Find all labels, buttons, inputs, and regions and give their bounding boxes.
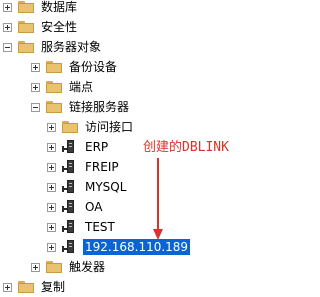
tree-node-label[interactable]: 链接服务器 (67, 99, 131, 115)
folder-icon (18, 21, 34, 33)
expand-toggle[interactable] (47, 182, 56, 192)
tree-node-linked-server-erp[interactable]: ERP (47, 137, 110, 157)
tree-node-label[interactable]: 访问接口 (83, 119, 135, 135)
collapse-toggle[interactable] (3, 42, 12, 52)
expand-toggle[interactable] (3, 282, 12, 292)
linked-server-icon (62, 240, 78, 254)
folder-icon (46, 101, 62, 113)
expand-toggle[interactable] (47, 242, 56, 252)
tree-node-label[interactable]: 服务器对象 (39, 39, 103, 55)
tree-node-label[interactable]: 触发器 (67, 259, 107, 275)
tree-node-security[interactable]: 安全性 (3, 17, 79, 37)
tree-node-label[interactable]: 端点 (67, 79, 95, 95)
expand-toggle[interactable] (3, 2, 12, 12)
linked-server-icon (62, 140, 78, 154)
tree-node-label[interactable]: TEST (83, 219, 117, 235)
folder-icon (46, 81, 62, 93)
tree-node-label[interactable]: 数据库 (39, 0, 79, 15)
tree-node-label[interactable]: 安全性 (39, 19, 79, 35)
folder-icon (62, 121, 78, 133)
tree-node-linked-server-ip[interactable]: 192.168.110.189 (47, 237, 192, 257)
tree-node-label[interactable]: ERP (83, 139, 110, 155)
tree-node-label[interactable]: FREIP (83, 159, 121, 175)
expand-toggle[interactable] (47, 122, 56, 132)
tree-node-label[interactable]: MYSQL (83, 179, 128, 195)
tree-node-linked-server-oa[interactable]: OA (47, 197, 104, 217)
expand-toggle[interactable] (47, 162, 56, 172)
tree-node-triggers[interactable]: 触发器 (31, 257, 107, 277)
linked-server-icon (62, 180, 78, 194)
expand-toggle[interactable] (3, 22, 12, 32)
tree-node-linked-server-freip[interactable]: FREIP (47, 157, 121, 177)
linked-server-icon (62, 220, 78, 234)
expand-toggle[interactable] (31, 262, 40, 272)
expand-toggle[interactable] (47, 202, 56, 212)
folder-icon (18, 1, 34, 13)
tree-node-label[interactable]: OA (83, 199, 104, 215)
tree-node-label[interactable]: 复制 (39, 279, 67, 295)
tree-node-replication[interactable]: 复制 (3, 277, 67, 297)
linked-server-icon (62, 200, 78, 214)
collapse-toggle[interactable] (31, 102, 40, 112)
tree-node-linked-server-mysql[interactable]: MYSQL (47, 177, 128, 197)
tree-node-label[interactable]: 备份设备 (67, 59, 119, 75)
expand-toggle[interactable] (47, 222, 56, 232)
linked-server-icon (62, 160, 78, 174)
expand-toggle[interactable] (31, 82, 40, 92)
tree-node-databases[interactable]: 数据库 (3, 0, 79, 17)
tree-node-label-selected[interactable]: 192.168.110.189 (81, 238, 192, 256)
tree-node-endpoints[interactable]: 端点 (31, 77, 95, 97)
tree-node-providers[interactable]: 访问接口 (47, 117, 135, 137)
tree-node-backup-devices[interactable]: 备份设备 (31, 57, 119, 77)
annotation-text: 创建的DBLINK (143, 140, 229, 155)
tree-node-linked-servers[interactable]: 链接服务器 (31, 97, 131, 117)
folder-icon (46, 61, 62, 73)
expand-toggle[interactable] (31, 62, 40, 72)
folder-icon (46, 261, 62, 273)
tree-node-linked-server-test[interactable]: TEST (47, 217, 117, 237)
folder-icon (18, 41, 34, 53)
tree-node-server-objects[interactable]: 服务器对象 (3, 37, 103, 57)
expand-toggle[interactable] (47, 142, 56, 152)
folder-icon (18, 281, 34, 293)
